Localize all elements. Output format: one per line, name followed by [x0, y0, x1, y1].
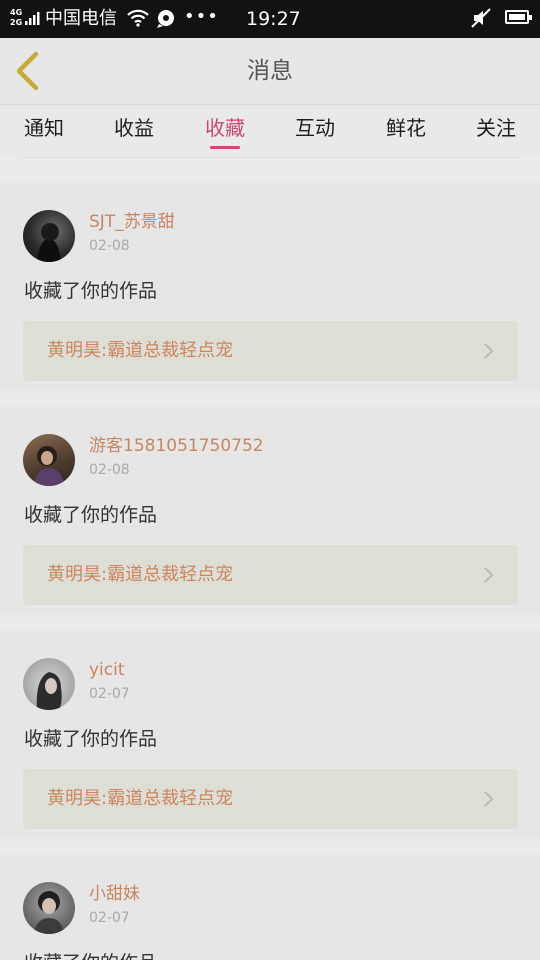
- chevron-right-icon: [484, 567, 494, 583]
- tab-interactions[interactable]: 互动: [285, 115, 345, 141]
- timestamp: 02-08: [89, 462, 130, 478]
- work-title: 黄明昊:霸道总裁轻点宠: [47, 564, 234, 585]
- page-title: 消息: [247, 58, 293, 84]
- carrier-name: 中国电信: [45, 8, 117, 29]
- action-text: 收藏了你的作品: [24, 280, 158, 302]
- avatar-image: [36, 672, 62, 710]
- active-tab-indicator: [210, 146, 240, 149]
- avatar-image: [33, 891, 65, 934]
- more-notifications-icon: •••: [184, 6, 219, 27]
- action-text: 收藏了你的作品: [24, 728, 158, 750]
- wifi-icon: [127, 9, 149, 27]
- work-link[interactable]: 黄明昊:霸道总裁轻点宠: [23, 545, 518, 605]
- timestamp: 02-08: [89, 238, 130, 254]
- timestamp: 02-07: [89, 910, 130, 926]
- list-item: 小甜妹 02-07 收藏了你的作品: [0, 855, 540, 960]
- username[interactable]: 游客1581051750752: [89, 435, 264, 457]
- tab-earnings[interactable]: 收益: [104, 115, 164, 141]
- avatar[interactable]: [23, 882, 75, 934]
- chat-icon: [157, 10, 174, 28]
- username[interactable]: SJT_苏景甜: [89, 211, 175, 233]
- tab-follows[interactable]: 关注: [466, 115, 526, 141]
- clock: 19:27: [246, 8, 301, 30]
- mute-icon: [471, 8, 491, 28]
- notification-feed: SJT_苏景甜 02-08 收藏了你的作品 黄明昊:霸道总裁轻点宠 游客1581…: [0, 158, 540, 960]
- tab-bar: 通知 收益 收藏 互动 鲜花 关注: [0, 105, 540, 157]
- list-item: 游客1581051750752 02-08 收藏了你的作品 黄明昊:霸道总裁轻点…: [0, 407, 540, 615]
- signal-icon: [25, 12, 40, 25]
- chevron-right-icon: [484, 343, 494, 359]
- status-bar: 4G 2G 中国电信 ••• 19:27: [0, 0, 540, 38]
- tab-flowers[interactable]: 鲜花: [376, 115, 436, 141]
- action-text: 收藏了你的作品: [24, 504, 158, 526]
- avatar[interactable]: [23, 658, 75, 710]
- battery-icon: [505, 10, 532, 24]
- avatar-image: [33, 446, 65, 486]
- tab-favorites[interactable]: 收藏: [195, 115, 255, 141]
- list-item: SJT_苏景甜 02-08 收藏了你的作品 黄明昊:霸道总裁轻点宠: [0, 183, 540, 391]
- screen: 4G 2G 中国电信 ••• 19:27 消息 通知 收益 收藏 互动 鲜花 关…: [0, 0, 540, 960]
- timestamp: 02-07: [89, 686, 130, 702]
- tab-notifications[interactable]: 通知: [14, 115, 74, 141]
- list-item: yicit 02-07 收藏了你的作品 黄明昊:霸道总裁轻点宠: [0, 631, 540, 839]
- work-link[interactable]: 黄明昊:霸道总裁轻点宠: [23, 769, 518, 829]
- avatar[interactable]: [23, 210, 75, 262]
- username[interactable]: 小甜妹: [89, 883, 140, 905]
- action-text: 收藏了你的作品: [24, 950, 157, 960]
- avatar-image: [37, 223, 61, 262]
- work-title: 黄明昊:霸道总裁轻点宠: [47, 340, 234, 361]
- avatar[interactable]: [23, 434, 75, 486]
- app-header: 消息: [0, 38, 540, 105]
- work-link[interactable]: 黄明昊:霸道总裁轻点宠: [23, 321, 518, 381]
- chevron-right-icon: [484, 791, 494, 807]
- work-title: 黄明昊:霸道总裁轻点宠: [47, 788, 234, 809]
- network-type: 4G 2G: [10, 8, 23, 27]
- username[interactable]: yicit: [89, 659, 125, 681]
